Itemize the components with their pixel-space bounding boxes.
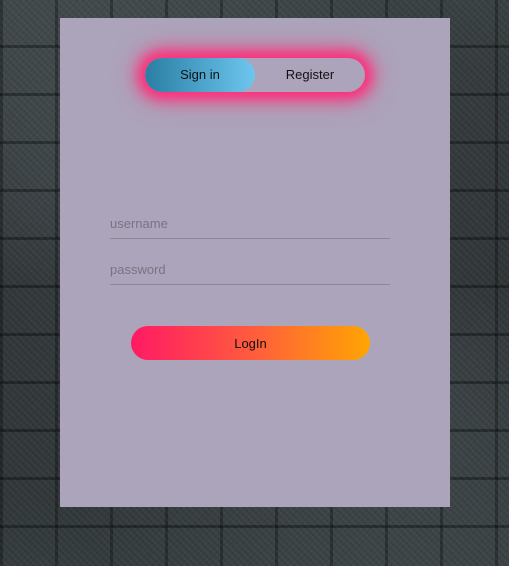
password-input[interactable] [110, 254, 390, 285]
username-input[interactable] [110, 208, 390, 239]
login-button[interactable]: LogIn [131, 326, 370, 360]
login-card: Sign in Register LogIn [60, 18, 450, 507]
register-tab[interactable]: Register [255, 58, 365, 92]
sign-in-tab[interactable]: Sign in [145, 58, 255, 92]
auth-toggle: Sign in Register [145, 58, 365, 92]
